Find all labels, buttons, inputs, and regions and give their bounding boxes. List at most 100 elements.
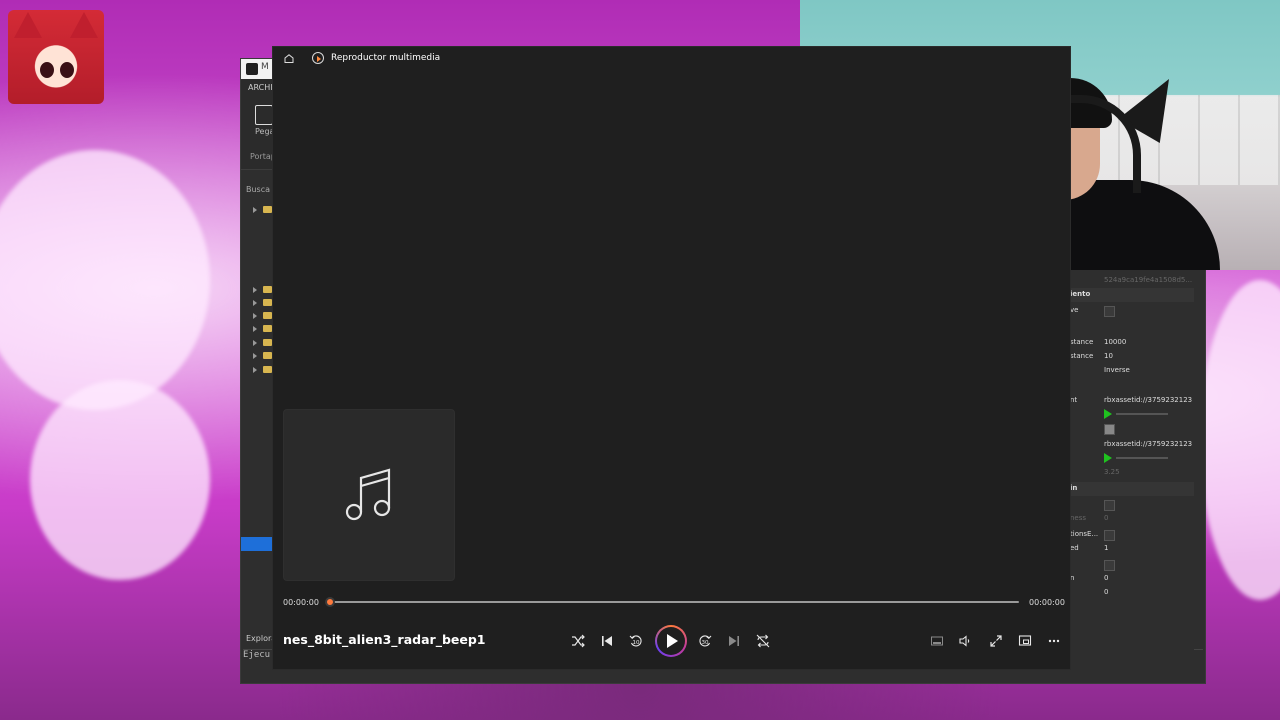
expand-arrow-icon[interactable]: [253, 287, 257, 293]
property-name: in: [1070, 484, 1078, 492]
folder-icon: [263, 366, 272, 373]
seek-bar[interactable]: [329, 601, 1019, 603]
rewind-10-icon: 10: [629, 635, 642, 647]
avatar-eye: [60, 62, 74, 78]
avatar-ear: [70, 12, 98, 38]
repeat-button[interactable]: [752, 630, 774, 652]
property-row[interactable]: [1068, 320, 1194, 334]
home-icon[interactable]: [284, 54, 294, 63]
forward-seconds-label: 30: [702, 640, 709, 646]
property-value[interactable]: 0: [1104, 588, 1108, 596]
expand-arrow-icon[interactable]: [253, 313, 257, 319]
property-row[interactable]: [1068, 498, 1194, 512]
folder-icon: [263, 299, 272, 306]
seek-thumb[interactable]: [325, 597, 335, 607]
expand-arrow-icon[interactable]: [253, 207, 257, 213]
miniplayer-icon: [931, 636, 943, 646]
media-player-app-icon: [312, 52, 324, 64]
property-row[interactable]: [1068, 558, 1194, 572]
sound-preview-slider[interactable]: [1116, 457, 1168, 459]
play-sound-icon[interactable]: [1104, 453, 1112, 463]
property-value[interactable]: rbxassetid://3759232123: [1104, 396, 1192, 404]
fullscreen-button[interactable]: [985, 630, 1007, 652]
property-row[interactable]: [1068, 452, 1194, 466]
property-checkbox[interactable]: [1104, 306, 1115, 317]
volume-button[interactable]: [954, 630, 976, 652]
property-row[interactable]: in: [1068, 482, 1194, 496]
explorer-selected-row[interactable]: [241, 537, 273, 551]
property-row[interactable]: stance 10000: [1068, 336, 1194, 350]
more-options-button[interactable]: [1043, 630, 1065, 652]
shuffle-button[interactable]: [567, 630, 589, 652]
folder-icon: [263, 312, 272, 319]
property-row[interactable]: stance 10: [1068, 350, 1194, 364]
rewind-seconds-label: 10: [633, 640, 640, 646]
miniplayer-button[interactable]: [926, 630, 948, 652]
property-value[interactable]: rbxassetid://3759232123: [1104, 440, 1192, 448]
folder-icon: [263, 206, 272, 213]
property-row[interactable]: rbxassetid://3759232123: [1068, 438, 1194, 452]
previous-button[interactable]: [596, 630, 618, 652]
property-name: ve: [1070, 306, 1079, 314]
property-row[interactable]: 0: [1068, 586, 1194, 600]
properties-panel: 524a9ca19fe4a1508d5... iento ve stance 10000…: [1068, 270, 1194, 656]
property-checkbox[interactable]: [1104, 530, 1115, 541]
forward-button[interactable]: 30: [694, 630, 716, 652]
expand-arrow-icon[interactable]: [253, 367, 257, 373]
fullscreen-icon: [990, 635, 1002, 647]
property-row[interactable]: 3.25: [1068, 466, 1194, 480]
property-value[interactable]: 3.25: [1104, 468, 1120, 476]
property-checkbox[interactable]: [1104, 500, 1115, 511]
avatar-ear: [14, 12, 42, 38]
property-value[interactable]: 0: [1104, 574, 1108, 582]
property-row[interactable]: [1068, 422, 1194, 436]
property-row[interactable]: iento: [1068, 288, 1194, 302]
expand-arrow-icon[interactable]: [253, 300, 257, 306]
cast-icon: [1018, 635, 1032, 646]
expand-arrow-icon[interactable]: [253, 326, 257, 332]
property-name: stance: [1070, 338, 1094, 346]
expand-arrow-icon[interactable]: [253, 353, 257, 359]
property-value[interactable]: 10: [1104, 352, 1113, 360]
property-row[interactable]: ed 1: [1068, 542, 1194, 556]
track-title: nes_8bit_alien3_radar_beep1: [283, 632, 486, 647]
property-checkbox[interactable]: [1104, 424, 1115, 435]
explorer-search-input[interactable]: Busca: [246, 185, 270, 194]
property-value[interactable]: Inverse: [1104, 366, 1130, 374]
next-icon: [729, 636, 739, 646]
property-row[interactable]: Inverse: [1068, 364, 1194, 378]
media-player-titlebar[interactable]: Reproductor multimedia: [273, 47, 1070, 71]
play-button[interactable]: [655, 625, 687, 657]
property-row[interactable]: [1068, 380, 1194, 394]
property-row[interactable]: ness 0: [1068, 512, 1194, 526]
property-value[interactable]: 1: [1104, 544, 1108, 552]
volume-icon: [959, 635, 970, 647]
property-name: iento: [1070, 290, 1091, 298]
folder-icon: [263, 325, 272, 332]
property-row[interactable]: n0: [1068, 572, 1194, 586]
property-checkbox[interactable]: [1104, 560, 1115, 571]
folder-icon: [263, 286, 272, 293]
property-row[interactable]: tionsE...: [1068, 528, 1194, 542]
music-note-icon: [345, 468, 391, 521]
property-value[interactable]: 524a9ca19fe4a1508d5...: [1104, 276, 1192, 284]
sound-preview-slider[interactable]: [1116, 413, 1168, 415]
property-row[interactable]: nt rbxassetid://3759232123: [1068, 394, 1194, 408]
play-sound-icon[interactable]: [1104, 409, 1112, 419]
property-value[interactable]: 0: [1104, 514, 1108, 522]
elapsed-time: 00:00:00: [283, 598, 319, 607]
rewind-button[interactable]: 10: [625, 630, 647, 652]
expand-arrow-icon[interactable]: [253, 340, 257, 346]
property-row[interactable]: ve: [1068, 304, 1194, 318]
next-button[interactable]: [723, 630, 745, 652]
property-row[interactable]: 524a9ca19fe4a1508d5...: [1068, 274, 1194, 288]
cast-button[interactable]: [1014, 630, 1036, 652]
forward-30-icon: 30: [699, 635, 712, 647]
property-row[interactable]: [1068, 408, 1194, 422]
media-player-window[interactable]: Reproductor multimedia 00:00:00 00:00:00…: [272, 46, 1071, 670]
paste-icon[interactable]: [255, 105, 273, 125]
studio-logo-icon: [246, 63, 258, 75]
property-name: tionsE...: [1070, 530, 1099, 538]
property-value[interactable]: 10000: [1104, 338, 1126, 346]
studio-menu-file[interactable]: ARCHI: [248, 83, 273, 92]
